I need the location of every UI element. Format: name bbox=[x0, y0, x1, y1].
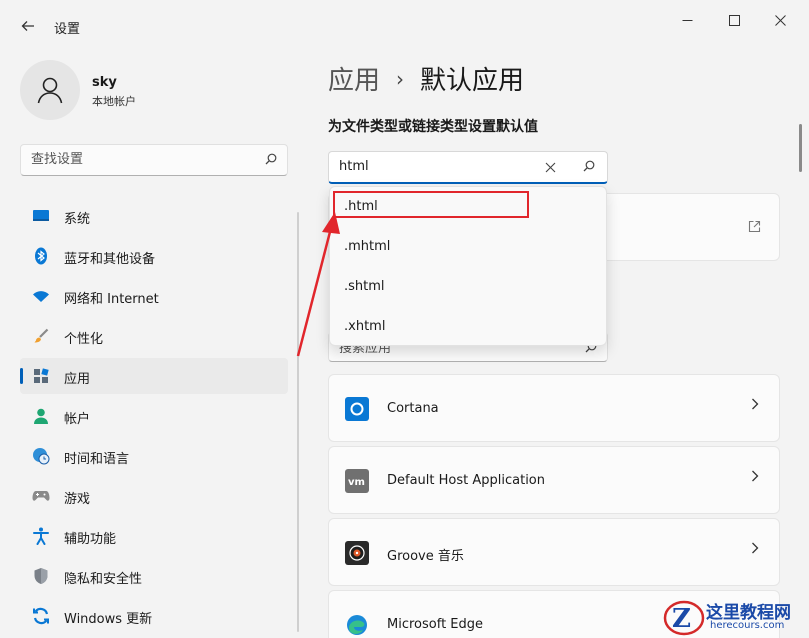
section-title: 为文件类型或链接类型设置默认值 bbox=[328, 119, 538, 135]
open-external-icon[interactable] bbox=[748, 220, 761, 237]
app-name: Default Host Application bbox=[387, 473, 545, 488]
gamepad-icon bbox=[32, 487, 50, 505]
nav-label-system: 系统 bbox=[64, 212, 91, 227]
globe-clock-icon bbox=[32, 447, 50, 465]
app-title: 设置 bbox=[54, 22, 81, 37]
nav-label-network: 网络和 Internet bbox=[64, 292, 159, 307]
edge-icon bbox=[345, 613, 369, 637]
account-type: 本地帐户 bbox=[92, 95, 136, 108]
vm-icon: vm bbox=[345, 469, 369, 493]
chevron-right-icon bbox=[751, 398, 759, 414]
close-button[interactable] bbox=[757, 6, 803, 34]
app-name: Microsoft Edge bbox=[387, 617, 484, 632]
nav-item-windows-update[interactable]: Windows 更新 bbox=[20, 598, 288, 634]
app-name: Cortana bbox=[387, 401, 439, 416]
maximize-button[interactable] bbox=[711, 6, 757, 34]
nav-item-system[interactable]: 系统 bbox=[20, 198, 288, 234]
minimize-button[interactable] bbox=[664, 6, 710, 34]
wifi-icon bbox=[32, 287, 50, 305]
nav-label-personalization: 个性化 bbox=[64, 332, 104, 347]
chevron-right-icon bbox=[751, 542, 759, 558]
chevron-right-icon bbox=[751, 470, 759, 486]
search-icon[interactable] bbox=[583, 160, 595, 175]
svg-text:vm: vm bbox=[348, 477, 365, 487]
avatar[interactable] bbox=[20, 60, 80, 120]
nav-item-accounts[interactable]: 帐户 bbox=[20, 398, 288, 434]
app-card-groove[interactable]: Groove 音乐 bbox=[328, 518, 780, 586]
nav-scrollbar[interactable] bbox=[297, 212, 299, 632]
apps-icon bbox=[32, 367, 50, 385]
nav-item-apps[interactable]: 应用 bbox=[20, 358, 288, 394]
monitor-icon bbox=[32, 207, 50, 225]
cortana-icon bbox=[345, 397, 369, 421]
accessibility-icon bbox=[32, 527, 50, 545]
breadcrumb-parent[interactable]: 应用 bbox=[328, 60, 380, 97]
app-card-default-host[interactable]: vm Default Host Application bbox=[328, 446, 780, 514]
suggestion-item[interactable]: .mhtml bbox=[330, 227, 608, 267]
breadcrumb: 应用 › 默认应用 bbox=[328, 60, 524, 97]
bluetooth-icon bbox=[32, 247, 50, 265]
settings-search[interactable] bbox=[20, 144, 288, 176]
back-button[interactable] bbox=[14, 12, 42, 40]
active-indicator bbox=[20, 368, 23, 384]
nav-label-time-language: 时间和语言 bbox=[64, 452, 130, 467]
close-icon bbox=[774, 14, 786, 26]
nav-item-time-language[interactable]: 时间和语言 bbox=[20, 438, 288, 474]
update-icon bbox=[32, 607, 50, 625]
svg-text:Z: Z bbox=[672, 604, 691, 634]
watermark: Z 这里教程网 herecours.com bbox=[660, 596, 809, 638]
settings-search-input[interactable] bbox=[31, 152, 251, 167]
highlight-box bbox=[333, 191, 529, 218]
file-type-search-input[interactable] bbox=[339, 159, 529, 174]
shield-icon bbox=[32, 567, 50, 585]
suggestion-item[interactable]: .shtml bbox=[330, 267, 608, 307]
chevron-right-icon: › bbox=[396, 66, 405, 91]
watermark-url: herecours.com bbox=[710, 620, 785, 631]
nav-label-privacy: 隐私和安全性 bbox=[64, 572, 143, 587]
search-icon[interactable] bbox=[265, 153, 277, 168]
title-bar: 设置 bbox=[0, 0, 809, 44]
nav-item-gaming[interactable]: 游戏 bbox=[20, 478, 288, 514]
app-name: Groove 音乐 bbox=[387, 549, 464, 564]
user-name: sky bbox=[92, 75, 117, 90]
person-icon bbox=[32, 407, 50, 425]
nav-label-windows-update: Windows 更新 bbox=[64, 612, 153, 627]
nav-label-apps: 应用 bbox=[64, 372, 91, 387]
nav-item-network[interactable]: 网络和 Internet bbox=[20, 278, 288, 314]
watermark-logo-icon: Z bbox=[663, 600, 705, 636]
maximize-icon bbox=[728, 14, 740, 26]
nav-label-bluetooth: 蓝牙和其他设备 bbox=[64, 252, 156, 267]
person-icon bbox=[37, 77, 63, 104]
app-card-cortana[interactable]: Cortana bbox=[328, 374, 780, 442]
groove-music-icon bbox=[345, 541, 369, 565]
arrow-left-icon bbox=[21, 21, 34, 31]
main-scrollbar[interactable] bbox=[799, 124, 802, 172]
minimize-icon bbox=[682, 19, 692, 21]
file-type-search[interactable] bbox=[328, 151, 608, 184]
suggestion-item[interactable]: .xhtml bbox=[330, 307, 608, 347]
nav-item-privacy[interactable]: 隐私和安全性 bbox=[20, 558, 288, 594]
brush-icon bbox=[32, 327, 50, 345]
nav-item-personalization[interactable]: 个性化 bbox=[20, 318, 288, 354]
nav-label-accounts: 帐户 bbox=[64, 412, 91, 427]
page-title: 默认应用 bbox=[420, 66, 525, 96]
clear-icon[interactable] bbox=[545, 158, 556, 177]
nav-item-accessibility[interactable]: 辅助功能 bbox=[20, 518, 288, 554]
nav-label-gaming: 游戏 bbox=[64, 492, 91, 507]
nav-item-bluetooth[interactable]: 蓝牙和其他设备 bbox=[20, 238, 288, 274]
nav-label-accessibility: 辅助功能 bbox=[64, 532, 117, 547]
